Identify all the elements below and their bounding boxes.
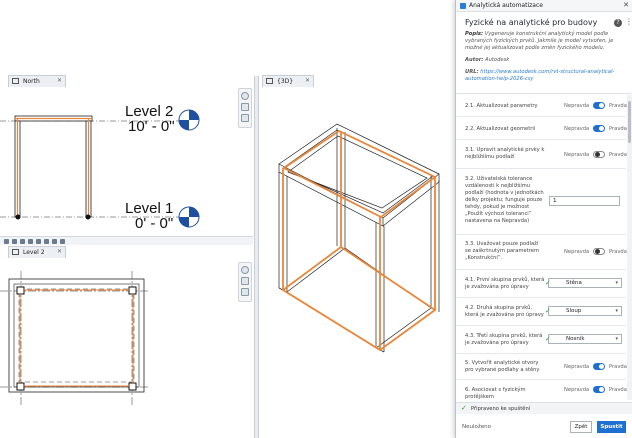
second-group-select[interactable]: ✓ Sloup ▾ [545,306,622,316]
app-icon [460,3,466,9]
analytical-icon[interactable] [60,238,65,244]
back-button[interactable]: Zpět [570,421,592,433]
steering-wheel-icon[interactable] [241,266,249,274]
navigation-bar[interactable] [238,262,252,302]
steering-wheel-icon[interactable] [241,92,249,100]
check-icon: ✓ [461,404,467,412]
run-button[interactable]: Spustit [597,421,626,433]
list-item: 2.1. Aktualizovat parametry Nepravda Prav… [456,95,627,117]
navigation-bar[interactable] [238,88,252,128]
list-item: 2.2. Aktualizovat geometrii Nepravda Prav… [456,118,627,140]
close-icon[interactable]: ✕ [623,1,629,9]
more-options-icon[interactable]: ⋮ [625,17,632,26]
list-item: 5. Vytvořit analytické otvory pro vybran… [456,355,627,380]
3d-view[interactable] [259,76,455,438]
window-title: Analytická automatizace [469,2,543,9]
list-item: 4.3. Třetí skupina prvků, která je zvažo… [456,327,626,354]
scrollbar-thumb[interactable] [628,101,631,143]
dialog-title: Fyzické na analytické pro budovy [465,18,598,27]
save-status: Neuloženo [462,424,491,430]
zoom-region-icon[interactable] [241,114,249,122]
url: URL: https://www.autodesk.com/rvt-struct… [465,69,615,82]
close-icon[interactable]: ✕ [57,248,62,255]
list-item: 4.2. Druhá skupina prvků, která je zvažo… [456,299,626,326]
divider [456,93,632,94]
level2-elevation: 10' - 0" [128,118,175,135]
list-item: 3.1. Upravit analytické prvky k nejbližš… [456,141,627,169]
description: Popis: Vygeneruje konstrukční analytický… [465,31,614,51]
status-text: Připraveno ke spuštění [471,406,531,412]
zoom-region-icon[interactable] [241,288,249,296]
check-icon: ✓ [545,279,551,287]
sun-path-icon[interactable] [28,238,33,244]
3d-frame-drawing [278,123,440,353]
help-icon[interactable]: ? [614,19,622,27]
hide-icon[interactable] [52,238,57,244]
tolerance-input[interactable]: 1 [549,196,620,206]
help-link[interactable]: https://www.autodesk.com/rvt-structural-… [465,69,614,82]
chevron-down-icon: ▾ [615,336,618,342]
view-control-bar[interactable] [0,236,253,245]
scrollbar[interactable] [627,95,632,400]
chevron-down-icon: ▾ [615,308,618,314]
detail-level-icon[interactable] [12,238,17,244]
zoom-icon[interactable] [241,103,249,111]
list-item: 6. Asociovat s fyzickým protějškem Nepra… [456,381,627,400]
visual-style-icon[interactable] [20,238,25,244]
chevron-down-icon: ▾ [615,280,618,286]
list-item: 3.2. Uživatelská tolerance vzdálenosti k… [456,170,626,235]
third-group-select[interactable]: ✓ Nosník ▾ [545,334,622,344]
parameter-list[interactable]: 2.1. Aktualizovat parametry Nepravda Prav… [456,95,632,400]
view-icon [266,78,273,84]
zoom-icon[interactable] [241,277,249,285]
north-view[interactable]: Level 2 10' - 0" Level 1 0' - 0" [0,76,253,236]
level2-view[interactable] [0,256,253,406]
check-icon: ✓ [545,335,551,343]
first-group-select[interactable]: ✓ Stěna ▾ [545,278,622,288]
tab-3d[interactable]: {3D} ✕ [262,75,314,87]
level2-plan-drawing [0,271,150,406]
level1-elevation: 0' - 0" [135,215,174,232]
list-item: 3.3. Uvažovat pouze podlaží se zaškrtnut… [456,236,627,270]
check-icon: ✓ [545,307,551,315]
view-icon [12,78,19,84]
close-icon[interactable]: ✕ [57,77,62,84]
title-bar[interactable]: Analytická automatizace ✕ [456,0,632,12]
scale-icon[interactable] [4,238,9,244]
close-icon[interactable]: ✕ [305,77,310,84]
tab-level2[interactable]: Level 2 ✕ [8,246,66,258]
shadows-icon[interactable] [36,238,41,244]
view-icon [12,249,19,255]
author: Autor: Autodesk [465,57,510,63]
analytical-automation-dialog: Analytická automatizace ✕ Fyzické na ana… [455,0,632,438]
crop-icon[interactable] [44,238,49,244]
status-bar: ✓ Připraveno ke spuštění [456,402,632,414]
dialog-footer: Neuloženo Zpět Spustit [456,415,632,438]
list-item: 4.1. První skupina prvků, která je zvažo… [456,271,626,298]
tab-north[interactable]: North ✕ [8,75,66,87]
